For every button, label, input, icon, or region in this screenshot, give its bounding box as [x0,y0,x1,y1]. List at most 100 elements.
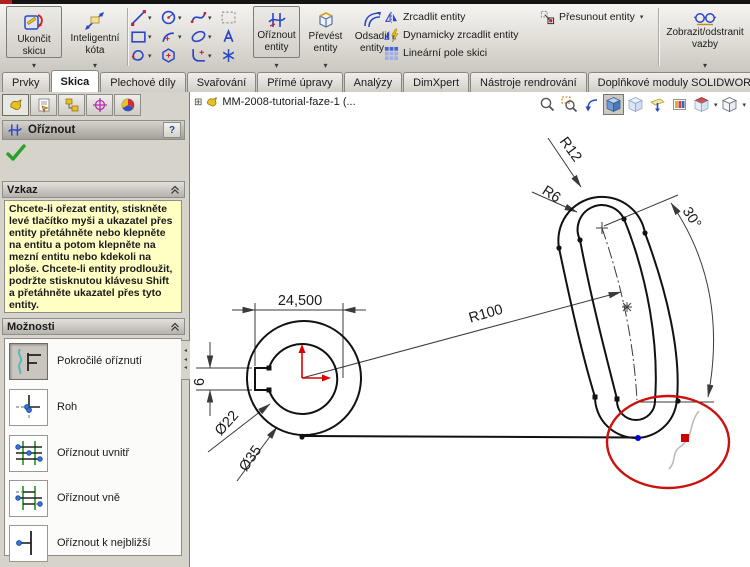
exit-sketch-button[interactable]: Ukončit skicu [6,6,62,58]
section-view-button[interactable] [647,94,668,115]
smart-dimension-button[interactable]: Inteligentní kóta [66,6,124,58]
move-entities-dropdown[interactable] [640,13,644,21]
zoom-area-icon [561,96,578,113]
move-entities-button[interactable]: Přesunout entity [540,8,643,26]
ok-button[interactable] [6,144,26,167]
tab-prvky[interactable]: Prvky [2,72,50,92]
tab-plechove-dily[interactable]: Plechové díly [100,72,186,92]
feature-manager-icon [9,99,22,110]
fillet-icon [192,49,205,62]
upper-inner-cap[interactable] [576,204,625,241]
option-trim-away-inside[interactable]: Oříznout uvnitř [9,433,179,473]
arm-outer-left[interactable] [558,247,596,398]
zoom-to-fit-button[interactable] [537,94,558,115]
sketch-canvas[interactable]: 24,500 6 Ø22 Ø35 R100 R12 R6 30° [190,92,750,567]
tab-svarovani[interactable]: Svařování [186,72,257,92]
dim-outer-end-radius[interactable]: R12 [556,134,585,165]
tree-expand-toggle[interactable]: ⊞ [194,97,202,108]
dim-inner-diameter[interactable]: Ø22 [212,408,242,439]
line-tool[interactable] [130,9,160,26]
dim-width[interactable]: 24,500 [278,293,322,309]
display-delete-relations-button[interactable]: Zobrazit/odstranit vazby [664,6,746,58]
tab-analyzy[interactable]: Analýzy [343,72,403,92]
freeform-spline-tool[interactable] [130,47,160,64]
dimxpert-manager-tab[interactable] [86,94,113,116]
fillet-tool[interactable] [190,47,220,64]
shaded-view-button[interactable] [602,94,624,115]
graphics-area[interactable]: 24,500 6 Ø22 Ø35 R100 R12 R6 30° ⊞ MM-20… [190,92,750,567]
option-trim-to-closest[interactable]: Oříznout k nejbližší [9,523,179,563]
polygon-icon [162,48,175,63]
convert-entities-button[interactable]: Převést entity [303,6,348,58]
arc-icon [162,32,174,42]
view-orientation-dropdown[interactable] [714,101,718,109]
tab-skica[interactable]: Skica [50,70,100,92]
tab-prime-upravy[interactable]: Přímé úpravy [257,72,343,92]
dim-angle[interactable]: 30° [679,204,704,231]
ellipse-tool[interactable] [190,28,220,45]
move-tools-column: Přesunout entity [540,8,643,26]
bottom-tangent-line[interactable] [304,435,638,439]
keyway[interactable] [254,367,270,391]
solidworks-window: { "ribbon": { "buttons": { "exit_sketch"… [0,0,750,567]
dim-keyway[interactable]: 6 [192,378,208,386]
previous-view-button[interactable] [581,94,602,115]
smart-dimension-icon [85,12,104,30]
ribbon-toolbar: Ukončit skicu Inteligentní kóta [0,4,750,71]
dim-arc-radius[interactable]: R100 [467,302,505,327]
wireframe-view-button[interactable] [625,94,646,115]
circle-tool[interactable] [160,9,190,26]
linear-pattern-button[interactable]: Lineární pole skici [384,44,519,62]
move-entities-label: Přesunout entity [559,11,635,23]
display-style-button[interactable] [719,94,740,115]
feature-manager-tab[interactable] [2,94,29,116]
display-style-dropdown[interactable] [742,101,746,109]
asterisk-icon [222,49,235,62]
message-section-header[interactable]: Vzkaz [2,181,185,198]
ellipse-icon [191,30,206,43]
sketch-geometry[interactable] [246,195,679,439]
polygon-tool[interactable] [160,47,190,64]
heads-up-toolbar [537,94,747,115]
tab-doplnkove-moduly[interactable]: Doplňkové moduly SOLIDWORKS [587,72,750,92]
trim-entities-button[interactable]: Oříznout entity [253,6,300,58]
dim-outer-diameter[interactable]: Ø35 [236,443,265,475]
arm-inner-left[interactable] [579,239,618,400]
point-tool[interactable] [220,47,250,64]
tree-root-label[interactable]: MM-2008-tutorial-faze-1 (... [222,96,355,108]
view-orientation-button[interactable] [691,94,712,115]
dynamic-mirror-icon [384,28,399,42]
display-manager-tab[interactable] [114,94,141,116]
message-box: Chcete-li ořezat entity, stiskněte levé … [4,200,182,313]
mirror-entities-icon [384,11,398,23]
option-trim-away-outside[interactable]: Oříznout vně [9,478,179,518]
zoom-to-area-button[interactable] [559,94,580,115]
arm-inner-right[interactable] [623,218,657,402]
selected-point[interactable] [635,435,641,441]
corner-trim-icon [9,388,48,426]
sketch-text-tool[interactable] [220,28,250,45]
options-section-header[interactable]: Možnosti [2,318,185,335]
option-corner[interactable]: Roh [9,387,179,427]
appearance-button[interactable] [669,94,690,115]
option-power-trim[interactable]: Pokročilé oříznutí [9,341,179,381]
arc-tool[interactable] [160,28,190,45]
trim-entities-label: Oříznout entity [257,30,296,53]
mirror-sketch-tool[interactable] [220,9,250,26]
ribbon-separator [127,8,128,66]
tab-dimxpert[interactable]: DimXpert [403,72,470,92]
mirror-entities-button[interactable]: Zrcadlit entity [384,8,519,26]
spline-icon [190,11,207,24]
configuration-manager-tab[interactable] [58,94,85,116]
rectangle-tool[interactable] [130,28,160,45]
convert-entities-icon [318,12,333,28]
dim-inner-end-radius[interactable]: R6 [539,183,563,207]
exit-sketch-label: Ukončit skicu [17,34,51,57]
trim-entities-icon [267,13,286,27]
spline-tool[interactable] [190,9,220,26]
command-manager-tabs: Prvky Skica Plechové díly Svařování Přím… [0,70,750,92]
property-manager-tab[interactable] [30,94,57,116]
tab-nastroje-rendrovani[interactable]: Nástroje rendrování [470,72,587,92]
help-button[interactable]: ? [163,122,181,138]
dynamic-mirror-button[interactable]: Dynamicky zrcadlit entity [384,26,519,44]
